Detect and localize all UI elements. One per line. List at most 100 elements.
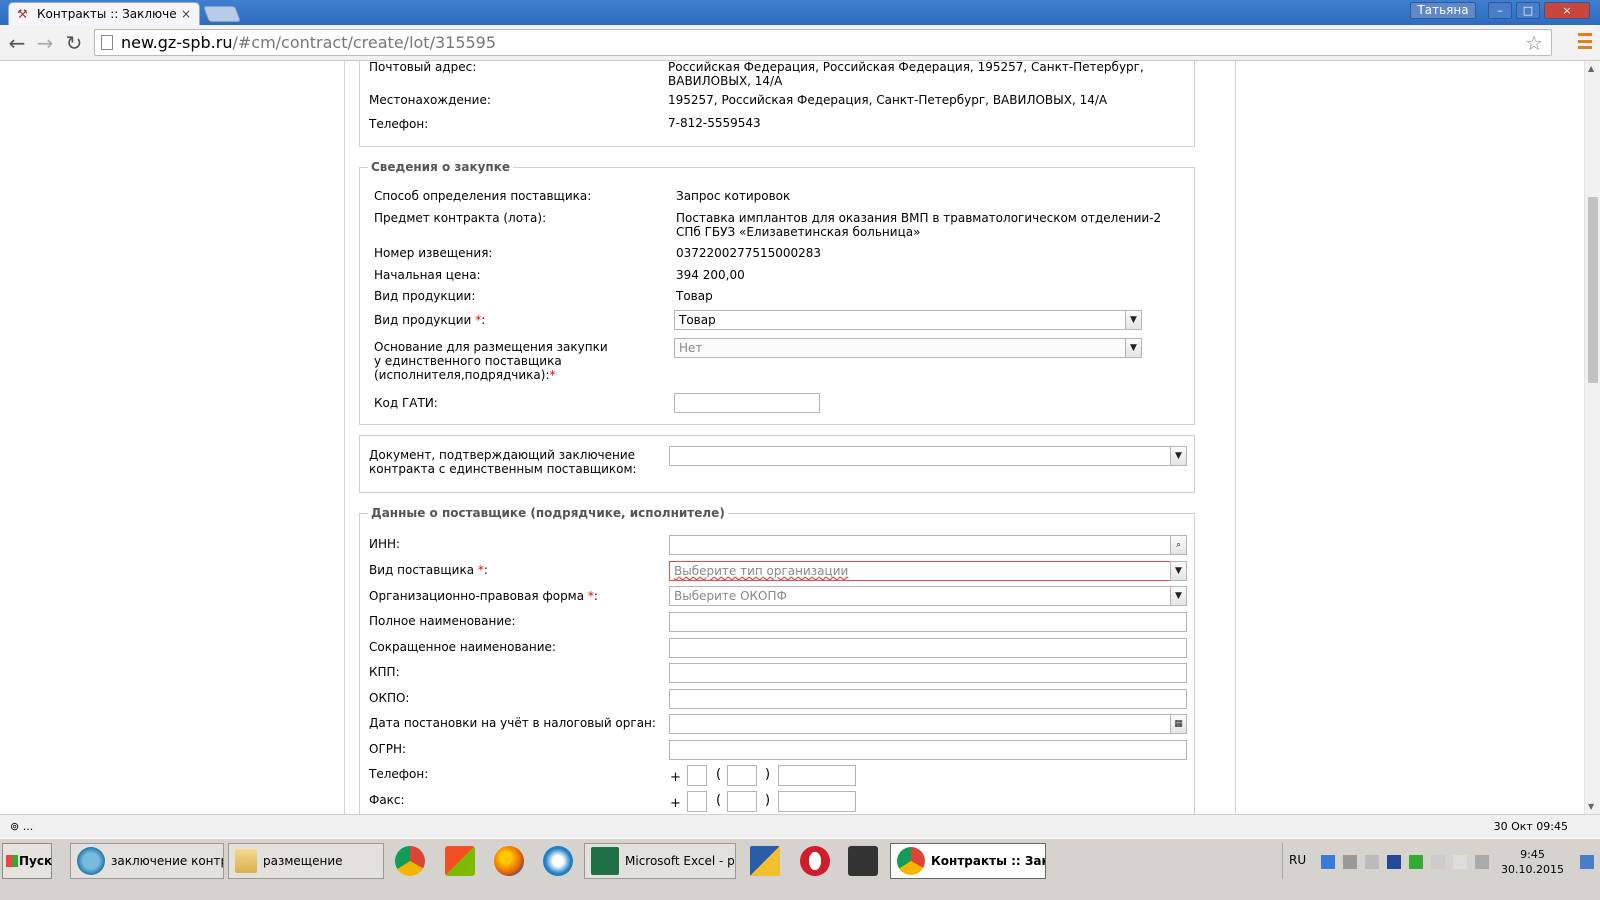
short-name-input[interactable]: [669, 638, 1187, 658]
supplier-legend: Данные о поставщике (подрядчике, исполни…: [368, 506, 728, 520]
search-icon[interactable]: ⌕: [1170, 535, 1187, 555]
flag-icon[interactable]: [1453, 855, 1467, 869]
chevron-down-icon[interactable]: ▼: [1170, 561, 1187, 581]
ogrn-label: ОГРН:: [369, 742, 407, 756]
address-bar[interactable]: new.gz-spb.ru /#cm/contract/create/lot/3…: [94, 29, 1552, 56]
forward-arrow-icon[interactable]: →: [33, 31, 57, 55]
scroll-down-icon[interactable]: ▼: [1588, 802, 1594, 811]
maximize-button[interactable]: □: [1516, 2, 1540, 19]
page-scrollbar[interactable]: ▲ ▼: [1584, 61, 1600, 814]
ogrn-input[interactable]: [669, 740, 1187, 760]
browser-tab-active[interactable]: ⚒ Контракты :: Заключение ×: [8, 2, 200, 25]
windows-flag-icon: [6, 855, 18, 867]
firefox-icon[interactable]: [494, 846, 524, 876]
clock-time: 9:45: [1520, 848, 1545, 861]
customer-fieldset: Почтовый адрес: Российская Федерация, Ро…: [359, 61, 1195, 147]
subject-value: Поставка имплантов для оказания ВМП в тр…: [676, 211, 1162, 239]
phone-number[interactable]: [778, 765, 856, 786]
kpp-input[interactable]: [669, 663, 1187, 683]
kpp-label: КПП:: [369, 665, 400, 679]
volume-icon[interactable]: [1365, 855, 1379, 869]
show-desktop-icon[interactable]: [1580, 855, 1594, 869]
reload-icon[interactable]: ↻: [62, 31, 86, 55]
chrome-menu-icon[interactable]: [1578, 33, 1592, 49]
camera-icon[interactable]: [848, 846, 878, 876]
network-icon[interactable]: [1321, 855, 1335, 869]
supplier-type-select[interactable]: Выберите тип организации ▼: [669, 561, 1187, 581]
language-indicator[interactable]: RU: [1289, 853, 1306, 867]
scrollbar-thumb[interactable]: [1588, 197, 1598, 383]
fax-area-code[interactable]: [727, 791, 757, 812]
scroll-up-icon[interactable]: ▲: [1588, 64, 1594, 73]
customer-phone-label: Телефон:: [369, 117, 429, 131]
taskbar-item-ie[interactable]: заключение контра...: [70, 843, 224, 879]
gati-input[interactable]: [674, 393, 820, 413]
excel-icon: [591, 847, 619, 875]
security-icon[interactable]: [1409, 855, 1423, 869]
speaker-icon[interactable]: [1431, 855, 1445, 869]
phone-country-code[interactable]: [687, 765, 707, 786]
pencil-app-icon[interactable]: [750, 846, 780, 876]
clock-date: 30.10.2015: [1501, 863, 1564, 876]
browser-app-icon[interactable]: [543, 846, 573, 876]
taskbar-item-label: Microsoft Excel - рее...: [625, 854, 735, 868]
gati-label: Код ГАТИ:: [374, 396, 438, 410]
price-value: 394 200,00: [676, 268, 745, 282]
location-label: Местонахождение:: [369, 93, 491, 107]
minimize-button[interactable]: –: [1488, 2, 1512, 19]
phone-area-code[interactable]: [727, 765, 757, 786]
fax-number[interactable]: [778, 791, 856, 812]
okpo-input[interactable]: [669, 689, 1187, 709]
taskbar-item-label: размещение: [263, 854, 343, 868]
fax-close-paren: ): [765, 793, 771, 808]
tools-icon[interactable]: [1343, 855, 1357, 869]
browser-titlebar: ⚒ Контракты :: Заключение × Татьяна – □ …: [0, 0, 1600, 25]
display-icon[interactable]: [1475, 855, 1489, 869]
notice-label: Номер извещения:: [374, 246, 493, 260]
inn-input[interactable]: ⌕: [669, 535, 1187, 555]
chevron-down-icon[interactable]: ▼: [1170, 446, 1187, 466]
chrome-icon[interactable]: [395, 846, 425, 876]
gavel-icon: ⚒: [17, 7, 28, 21]
taskbar-item-folder[interactable]: размещение: [228, 843, 384, 879]
chrome-icon: [897, 847, 925, 875]
internet-explorer-icon: [77, 847, 105, 875]
taskbar-item-excel[interactable]: Microsoft Excel - рее...: [584, 843, 736, 879]
full-name-input[interactable]: [669, 612, 1187, 632]
tax-date-label: Дата постановки на учёт в налоговый орга…: [369, 716, 656, 730]
tab-title: Контракты :: Заключение: [37, 7, 177, 21]
close-window-button[interactable]: ×: [1544, 2, 1590, 19]
method-label: Способ определения поставщика:: [374, 189, 592, 203]
page-icon: [101, 35, 113, 50]
profile-button[interactable]: Татьяна: [1410, 2, 1476, 19]
bookmark-star-icon[interactable]: ☆: [1525, 31, 1543, 55]
okopf-label: Организационно-правовая форма *:: [369, 589, 598, 603]
tab-close-icon[interactable]: ×: [181, 7, 191, 21]
chevron-down-icon[interactable]: ▼: [1125, 338, 1142, 358]
start-button[interactable]: Пуск: [2, 843, 52, 879]
system-tray: RU 9:45 30.10.2015: [1282, 843, 1598, 879]
inn-label: ИНН:: [369, 537, 401, 551]
product-type-select-label: Вид продукции *:: [374, 313, 486, 327]
short-name-label: Сокращенное наименование:: [369, 640, 556, 654]
basis-select[interactable]: Нет ▼: [674, 338, 1142, 358]
back-arrow-icon[interactable]: ←: [5, 31, 29, 55]
okopf-select[interactable]: Выберите ОКОПФ ▼: [669, 586, 1187, 606]
document-select[interactable]: ▼: [669, 446, 1187, 466]
supplier-fieldset: Данные о поставщике (подрядчике, исполни…: [359, 506, 1195, 814]
product-type-select[interactable]: Товар ▼: [674, 310, 1142, 330]
new-tab-button[interactable]: [203, 6, 241, 22]
calendar-icon[interactable]: ▦: [1170, 714, 1187, 734]
opera-icon[interactable]: [800, 846, 830, 876]
clock[interactable]: 9:45 30.10.2015: [1501, 847, 1564, 877]
taskbar-item-chrome-active[interactable]: Контракты :: Закл...: [890, 843, 1046, 879]
office-icon[interactable]: [445, 846, 475, 876]
taskbar-item-label: Контракты :: Закл...: [931, 854, 1045, 868]
subject-label: Предмет контракта (лота):: [374, 211, 547, 225]
chevron-down-icon[interactable]: ▼: [1125, 310, 1142, 330]
url-host: new.gz-spb.ru: [121, 33, 233, 52]
chevron-down-icon[interactable]: ▼: [1170, 586, 1187, 606]
fax-country-code[interactable]: [687, 791, 707, 812]
tax-date-input[interactable]: ▦: [669, 714, 1187, 734]
monitor-icon[interactable]: [1387, 855, 1401, 869]
